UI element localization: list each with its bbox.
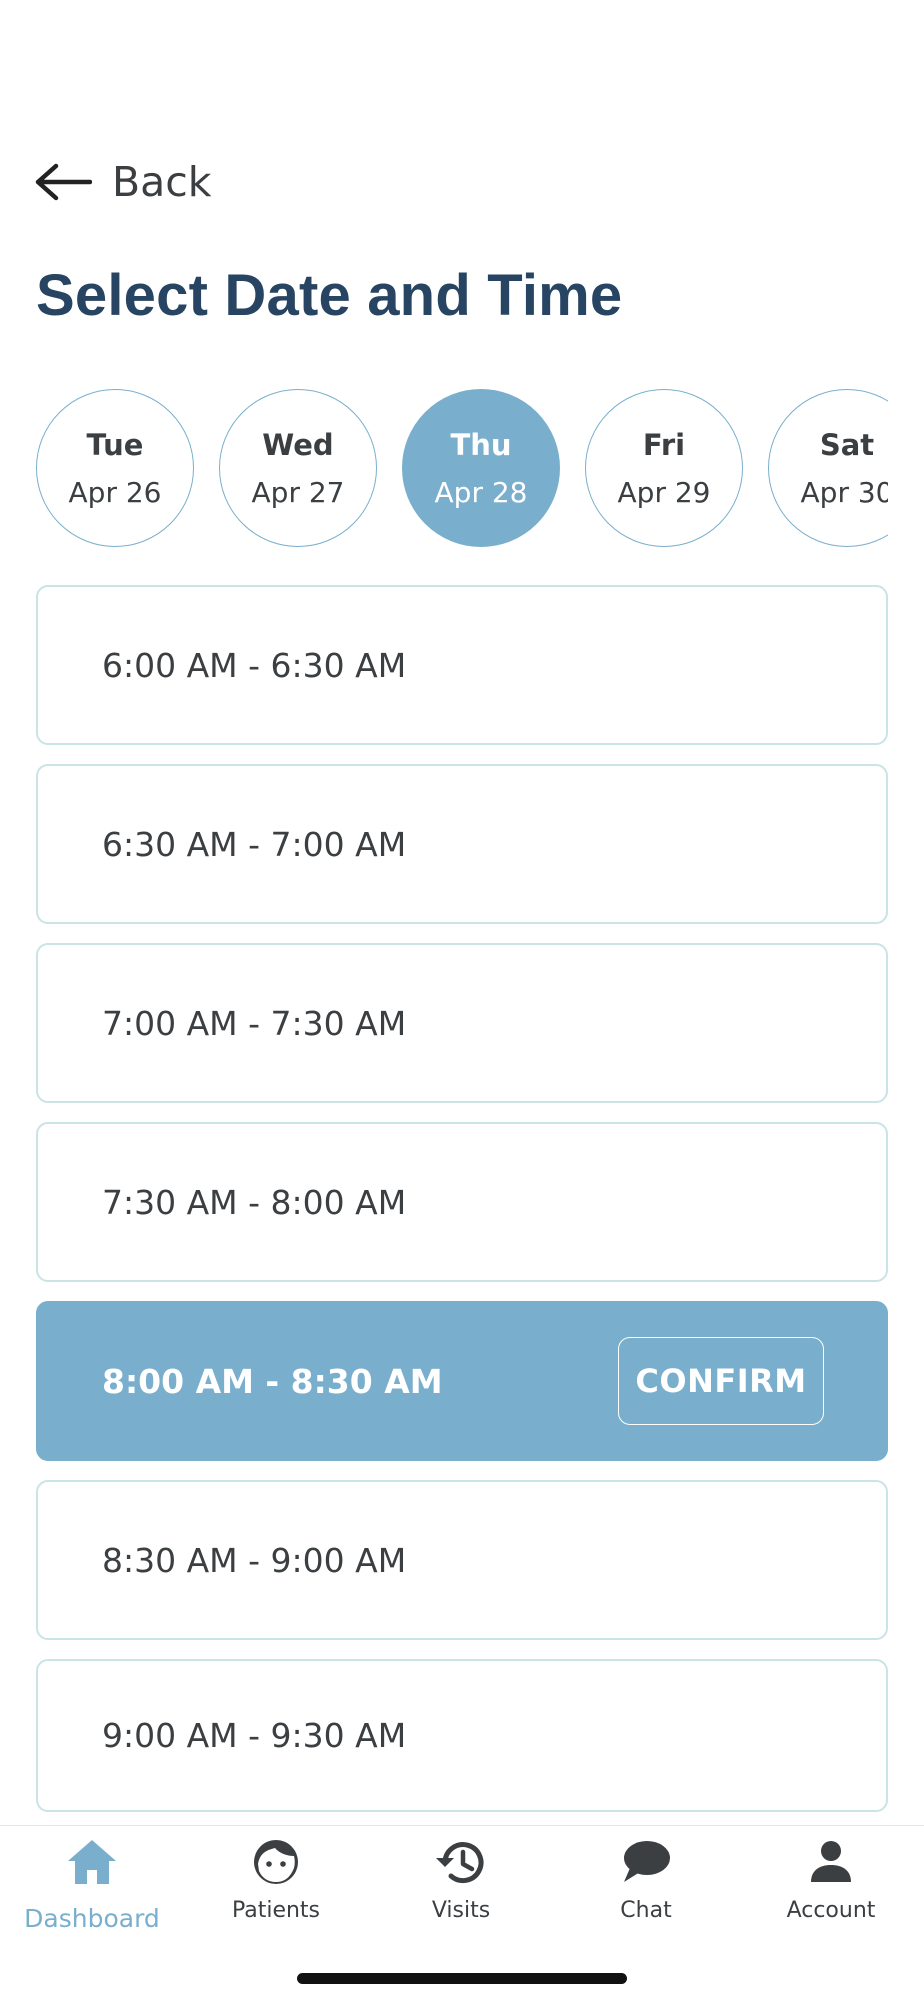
tab-chat[interactable]: Chat [554,1826,738,1946]
tab-label: Chat [620,1898,672,1923]
confirm-button[interactable]: CONFIRM [618,1337,824,1425]
time-slot-label: 9:00 AM - 9:30 AM [102,1716,407,1755]
chat-bubble-icon [624,1841,670,1882]
face-icon [254,1840,298,1884]
day-name: Thu [450,427,512,462]
day-date: Apr 30 [800,475,888,509]
tab-label: Patients [231,1898,321,1923]
date-option-thu[interactable]: Thu Apr 28 [402,389,560,547]
home-indicator [297,1973,627,1984]
arrow-left-icon [35,163,92,201]
day-date: Apr 28 [434,475,528,509]
back-label: Back [112,158,212,206]
time-slot[interactable]: 9:00 AM - 9:30 AM [36,1659,888,1812]
day-date: Apr 27 [251,475,345,509]
tab-dashboard[interactable]: Dashboard [0,1826,184,1946]
date-option-sat[interactable]: Sat Apr 30 [768,389,888,547]
day-date: Apr 26 [68,475,162,509]
back-button[interactable]: Back [34,155,212,209]
tab-label: Dashboard [24,1904,160,1933]
time-slot[interactable]: 7:00 AM - 7:30 AM [36,943,888,1103]
date-option-tue[interactable]: Tue Apr 26 [36,389,194,547]
time-slot-label: 6:30 AM - 7:00 AM [102,824,407,864]
time-slot[interactable]: 7:30 AM - 8:00 AM [36,1122,888,1282]
time-slot-label: 7:00 AM - 7:30 AM [102,1003,407,1043]
tab-label: Visits [431,1898,491,1923]
tab-visits[interactable]: Visits [369,1826,553,1946]
date-option-wed[interactable]: Wed Apr 27 [219,389,377,547]
day-name: Fri [642,427,686,462]
time-slot-label: 8:30 AM - 9:00 AM [102,1540,407,1580]
time-slot-label: 8:00 AM - 8:30 AM [102,1361,443,1401]
time-slot[interactable]: 6:30 AM - 7:00 AM [36,764,888,924]
time-slot-selected[interactable]: 8:00 AM - 8:30 AM CONFIRM [36,1301,888,1461]
tab-patients[interactable]: Patients [184,1826,368,1946]
day-name: Sat [819,427,875,462]
date-selector: Tue Apr 26 Wed Apr 27 Thu Apr 28 Fri Apr… [36,389,888,551]
history-icon [436,1842,484,1884]
date-option-fri[interactable]: Fri Apr 29 [585,389,743,547]
day-date: Apr 29 [617,475,711,509]
tab-label: Account [786,1898,876,1923]
page-title: Select Date and Time [36,263,623,328]
home-icon [68,1840,116,1884]
tab-account[interactable]: Account [739,1826,923,1946]
time-slot-label: 7:30 AM - 8:00 AM [102,1182,407,1222]
time-slot-label: 6:00 AM - 6:30 AM [102,645,407,685]
day-name: Tue [86,427,144,462]
time-slot[interactable]: 6:00 AM - 6:30 AM [36,585,888,745]
person-icon [811,1841,851,1882]
time-slot[interactable]: 8:30 AM - 9:00 AM [36,1480,888,1640]
day-name: Wed [262,427,334,462]
